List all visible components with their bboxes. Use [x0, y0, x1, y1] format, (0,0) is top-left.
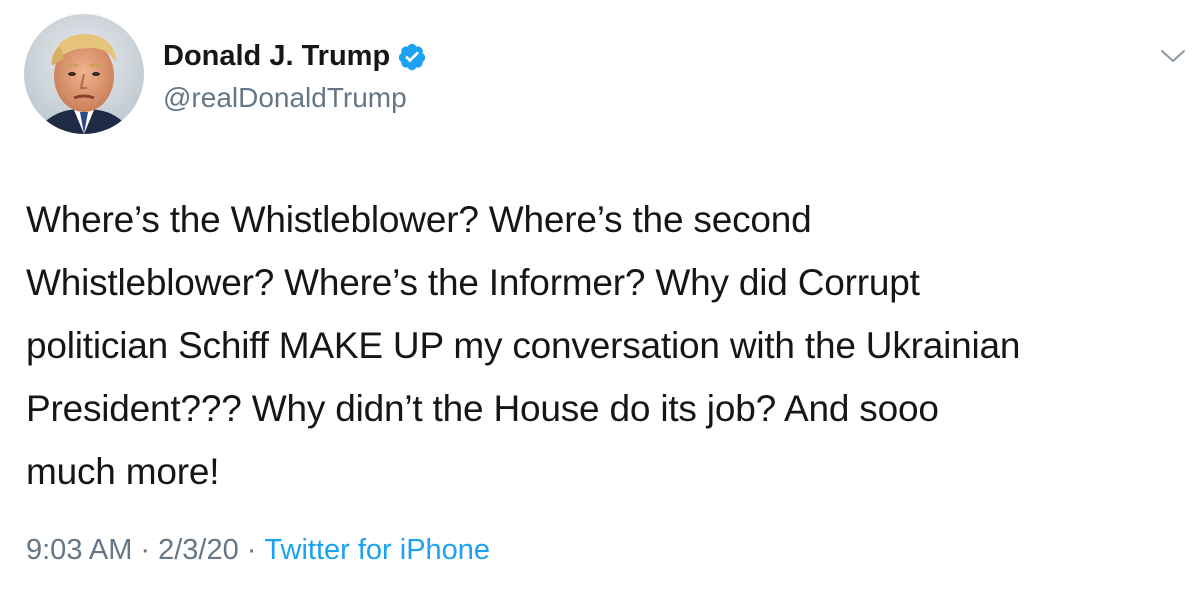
tweet-card: Donald J. Trump @realDonaldTrump Where’s… — [0, 0, 1200, 591]
author-handle[interactable]: @realDonaldTrump — [163, 82, 407, 114]
chevron-down-icon[interactable] — [1160, 48, 1186, 64]
meta-separator: · — [140, 534, 151, 566]
meta-separator: · — [246, 534, 257, 566]
author-name[interactable]: Donald J. Trump — [163, 40, 427, 73]
avatar-image — [24, 14, 144, 134]
tweet-source-link[interactable]: Twitter for iPhone — [264, 534, 490, 567]
tweet-meta: 9:03 AM · 2/3/20 · Twitter for iPhone — [26, 534, 490, 567]
tweet-date[interactable]: 2/3/20 — [158, 534, 239, 567]
tweet-time[interactable]: 9:03 AM — [26, 534, 132, 567]
avatar[interactable] — [24, 14, 144, 134]
author-name-text: Donald J. Trump — [163, 40, 391, 72]
verified-badge-icon — [399, 43, 426, 70]
tweet-text: Where’s the Whistleblower? Where’s the s… — [26, 199, 1021, 492]
